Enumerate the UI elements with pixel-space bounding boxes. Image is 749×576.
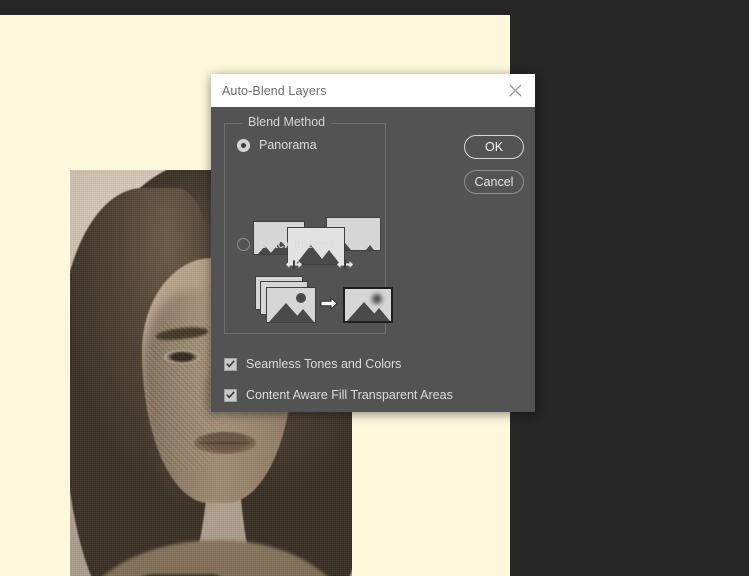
radio-stack-images-label: Stack Images — [259, 237, 335, 251]
checkbox-content-aware-label: Content Aware Fill Transparent Areas — [246, 388, 453, 402]
blend-method-group-label: Blend Method — [242, 115, 332, 129]
horizontal-resize-arrows-icon — [337, 258, 353, 271]
stack-images-illustration — [253, 276, 393, 328]
radio-panorama-label: Panorama — [259, 138, 317, 152]
close-icon[interactable] — [503, 79, 527, 103]
stack-card-front — [266, 287, 316, 323]
right-arrow-icon — [320, 296, 338, 315]
checkbox-indicator — [224, 388, 237, 402]
blend-method-group: Blend Method Panorama Stack Images — [224, 115, 393, 334]
workspace-top-strip — [0, 0, 510, 15]
photo-blend-seam-patch — [144, 320, 218, 470]
ok-button[interactable]: OK — [464, 135, 524, 159]
radio-selected-dot — [241, 142, 246, 148]
stack-result-thumb — [343, 287, 393, 323]
photoshop-workspace: Auto-Blend Layers Blend Method Panorama — [0, 0, 749, 576]
horizontal-resize-arrows-icon — [286, 258, 302, 271]
radio-panorama-indicator — [237, 138, 250, 152]
radio-panorama[interactable]: Panorama — [237, 138, 317, 152]
dialog-titlebar[interactable]: Auto-Blend Layers — [211, 74, 535, 107]
checkbox-content-aware-fill-transparent-areas[interactable]: Content Aware Fill Transparent Areas — [224, 388, 453, 402]
dialog-title: Auto-Blend Layers — [222, 83, 327, 98]
auto-blend-layers-dialog: Auto-Blend Layers Blend Method Panorama — [211, 74, 535, 412]
cancel-button[interactable]: Cancel — [464, 170, 524, 194]
checkbox-indicator — [224, 357, 237, 371]
radio-stack-images-indicator — [237, 237, 250, 251]
checkbox-seamless-label: Seamless Tones and Colors — [246, 357, 402, 371]
dialog-body: Blend Method Panorama Stack Images OK Ca… — [211, 107, 535, 412]
checkbox-seamless-tones-and-colors[interactable]: Seamless Tones and Colors — [224, 357, 401, 371]
radio-stack-images[interactable]: Stack Images — [237, 237, 335, 251]
